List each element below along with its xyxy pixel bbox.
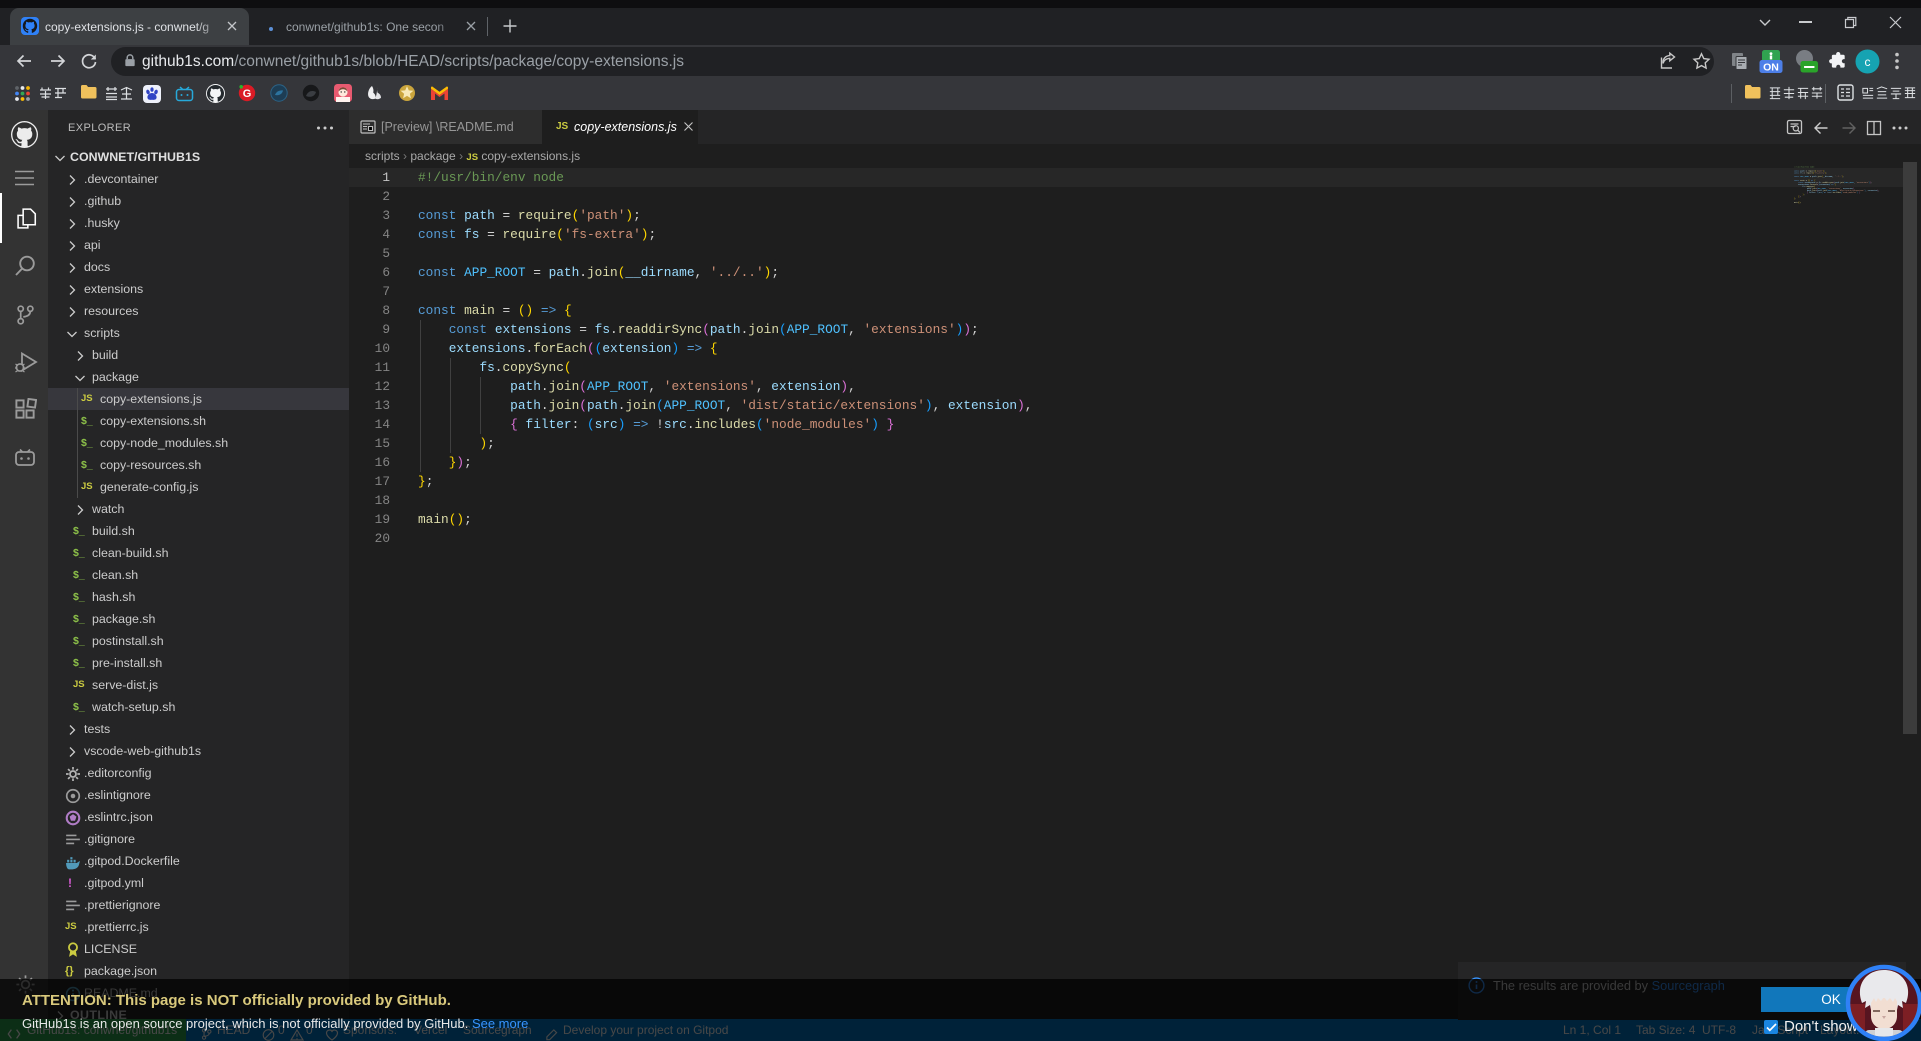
svg-text:c: c [1865,55,1871,69]
svg-text:G: G [243,88,252,100]
svg-text:ON: ON [1763,61,1779,73]
